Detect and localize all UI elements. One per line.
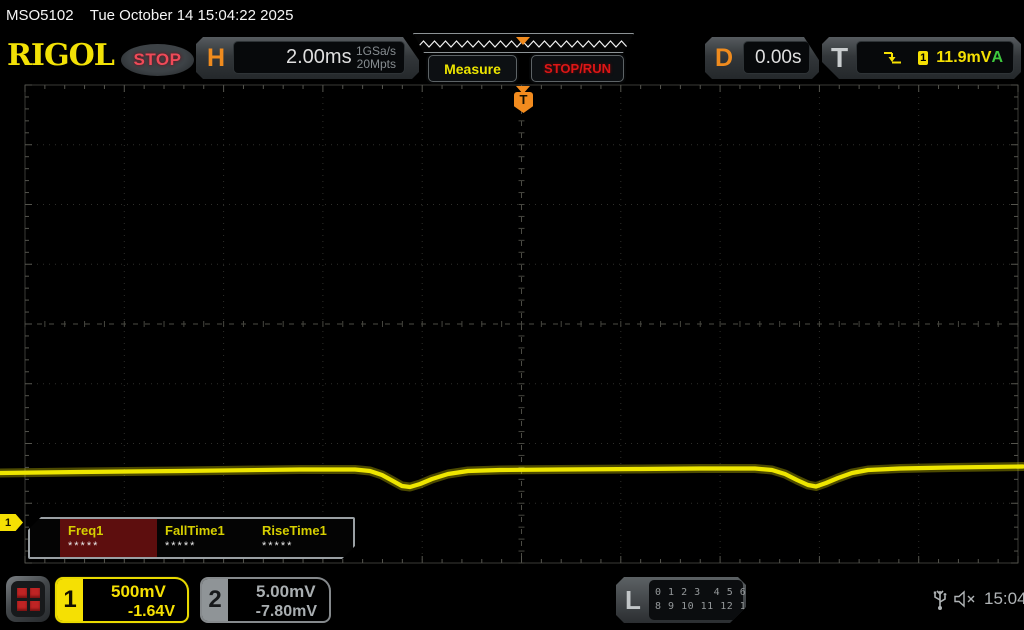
speaker-muted-icon: [954, 590, 975, 608]
channel2-readout: 5.00mV -7.80mV: [228, 579, 327, 621]
measurement-label: Freq1: [68, 523, 104, 538]
channel1-marker-label: 1: [5, 516, 12, 529]
channel1-scale: 500mV: [111, 582, 166, 601]
measurement-value: *****: [165, 540, 197, 552]
channel1-readout: 500mV -1.64V: [83, 579, 185, 621]
channel2-number: 2: [202, 579, 228, 621]
oscilloscope-screen: MSO5102 Tue October 14 15:04:22 2025 RIG…: [0, 0, 1024, 630]
usb-icon: [933, 590, 947, 610]
logic-row-8-15: 8 9 10 11 12 13 14 15: [655, 601, 792, 612]
channel1-button[interactable]: 1 500mV -1.64V: [55, 577, 189, 623]
measurement-panel[interactable]: Freq1 ***** FallTime1 ***** RiseTime1 **…: [28, 517, 355, 559]
menu-grid-icon: [11, 581, 45, 617]
logic-channel-list: 0 1 2 3 4 5 6 7 8 9 10 11 12 13 14 15: [649, 580, 743, 620]
logic-row-0-7: 0 1 2 3 4 5 6 7: [655, 587, 760, 598]
main-menu-button[interactable]: [6, 576, 50, 622]
status-clock: 15:04: [984, 589, 1024, 608]
measurement-label: FallTime1: [165, 523, 225, 538]
measurement-label: RiseTime1: [262, 523, 327, 538]
measurement-item-freq1[interactable]: Freq1 *****: [60, 519, 157, 557]
logic-channels-button[interactable]: L 0 1 2 3 4 5 6 7 8 9 10 11 12 13 14 15: [616, 577, 746, 623]
channel1-offset: -1.64V: [127, 603, 175, 620]
waveform-trace-ch1: [0, 464, 1024, 490]
logic-key-label: L: [625, 585, 641, 615]
channel2-scale: 5.00mV: [256, 582, 316, 601]
measurement-item-risetime1[interactable]: RiseTime1 *****: [254, 519, 351, 557]
trigger-marker-label: T: [519, 92, 528, 107]
channel2-offset: -7.80mV: [255, 603, 317, 620]
channel1-number: 1: [57, 579, 83, 621]
measurement-value: *****: [68, 540, 100, 552]
channel2-button[interactable]: 2 5.00mV -7.80mV: [200, 577, 331, 623]
measurement-value: *****: [262, 540, 294, 552]
measurement-panel-spacer: [30, 519, 60, 557]
measurement-item-falltime1[interactable]: FallTime1 *****: [157, 519, 254, 557]
